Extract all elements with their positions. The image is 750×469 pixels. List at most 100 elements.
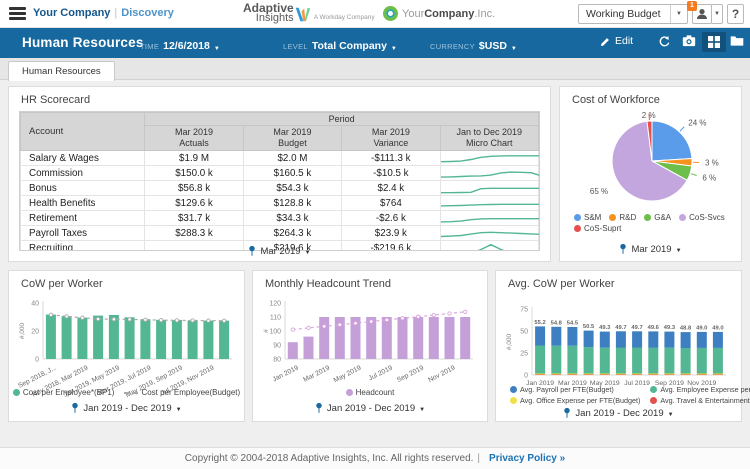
microchart-cell bbox=[439, 150, 539, 166]
privacy-policy-link[interactable]: Privacy Policy » bbox=[489, 453, 565, 464]
svg-text:20: 20 bbox=[31, 329, 39, 336]
level-filter-value: Total Company bbox=[311, 40, 387, 52]
company-suffix: .Inc. bbox=[474, 7, 496, 20]
brand-divider: | bbox=[114, 7, 118, 19]
cost-of-workforce-pie: 24 % 3 % 6 % 65 % 2 % bbox=[590, 111, 719, 202]
legend-dot bbox=[345, 389, 353, 396]
hamburger-menu-icon[interactable] bbox=[9, 7, 26, 20]
variance-cell: -$111.3 k bbox=[341, 150, 441, 166]
period-pin-label: Mar 2019 bbox=[260, 245, 301, 257]
nav-discovery-link[interactable]: Discovery bbox=[121, 7, 174, 19]
legend-dot bbox=[679, 214, 687, 221]
legend-dot bbox=[644, 214, 652, 221]
pin-icon bbox=[620, 243, 627, 254]
pencil-icon bbox=[600, 37, 609, 46]
svg-text:49.7: 49.7 bbox=[615, 325, 626, 331]
svg-text:3 %: 3 % bbox=[705, 159, 719, 168]
svg-text:#,000: #,000 bbox=[19, 322, 26, 339]
adaptive-v-icon bbox=[295, 7, 310, 22]
legend-item: Avg. Office Expense per FTE(Budget) bbox=[510, 396, 640, 405]
svg-text:50.5: 50.5 bbox=[583, 324, 595, 330]
period-pin[interactable]: Jan 2019 - Dec 2019 bbox=[9, 402, 244, 414]
variance-cell: $764 bbox=[341, 195, 441, 211]
company-name: Company bbox=[424, 7, 475, 20]
avg-cow-per-worker-chart: 0 25 50 75 55.2 54.8 54.5 50.5 49.3 49.7 49.7 49.6 4… bbox=[506, 307, 726, 387]
legend-item: Avg. Employee Expense per FTE(Budget) bbox=[650, 385, 750, 394]
budget-cell: $54.3 k bbox=[242, 180, 343, 196]
panel-title: Monthly Headcount Trend bbox=[265, 278, 391, 290]
legend-dot bbox=[12, 389, 20, 396]
legend-dot bbox=[510, 386, 517, 393]
time-filter[interactable]: TIME 12/6/2018 bbox=[140, 37, 220, 55]
svg-text:80: 80 bbox=[273, 357, 281, 364]
chevron-down-icon bbox=[668, 408, 674, 419]
tab-strip: Human Resources bbox=[0, 58, 750, 81]
svg-text:Sep 2019: Sep 2019 bbox=[396, 364, 425, 384]
chevron-down-icon[interactable] bbox=[670, 5, 687, 23]
page-title: Human Resources bbox=[22, 35, 144, 50]
legend-item: Avg. Payroll per FTE(Budget) bbox=[510, 385, 640, 394]
period-pin[interactable]: Mar 2019 bbox=[9, 245, 550, 257]
column-header-account: Account bbox=[20, 112, 146, 151]
period-pin[interactable]: Mar 2019 bbox=[560, 243, 741, 255]
edit-button[interactable]: Edit bbox=[600, 35, 633, 47]
legend-dot bbox=[510, 397, 517, 404]
svg-text:54.8: 54.8 bbox=[551, 320, 563, 326]
actuals-cell: $56.8 k bbox=[144, 180, 244, 196]
account-cell: Salary & Wages bbox=[20, 150, 146, 166]
panel-title: Cost of Workforce bbox=[572, 94, 660, 106]
footer: Copyright © 2004-2018 Adaptive Insights,… bbox=[0, 447, 750, 469]
table-row: Bonus $56.8 k $54.3 k $2.4 k bbox=[20, 180, 539, 196]
legend-label: S&M bbox=[584, 213, 602, 222]
folder-button[interactable] bbox=[730, 35, 744, 47]
legend-dot bbox=[650, 386, 658, 393]
panel-title: Avg. CoW per Worker bbox=[508, 278, 615, 290]
cow-per-worker-chart: 02040Sep 2018, J...Nov 2018, Mar 2019Jan… bbox=[17, 301, 232, 399]
svg-text:Jan 2019: Jan 2019 bbox=[272, 364, 300, 383]
sheet-header: Human Resources TIME 12/6/2018 LEVEL Tot… bbox=[0, 28, 750, 58]
period-pin[interactable]: Jan 2019 - Dec 2019 bbox=[496, 407, 741, 419]
currency-filter[interactable]: CURRENCY $USD bbox=[430, 37, 517, 55]
period-pin[interactable]: Jan 2019 - Dec 2019 bbox=[253, 402, 487, 414]
level-filter[interactable]: LEVEL Total Company bbox=[283, 37, 397, 55]
grid-icon bbox=[708, 36, 720, 48]
legend-item: G&A bbox=[644, 213, 671, 222]
tab-human-resources[interactable]: Human Resources bbox=[8, 61, 115, 81]
column-header-budget: Mar 2019 Budget bbox=[242, 125, 343, 151]
user-menu-caret-button[interactable] bbox=[711, 4, 723, 24]
company-prefix: Your bbox=[402, 7, 425, 20]
snapshot-button[interactable] bbox=[682, 35, 696, 47]
legend-label: R&D bbox=[619, 213, 637, 222]
period-pin-label: Jan 2019 - Dec 2019 bbox=[575, 407, 664, 419]
help-button[interactable]: ? bbox=[727, 4, 744, 24]
actuals-cell: $288.3 k bbox=[144, 225, 244, 241]
chevron-down-icon bbox=[214, 37, 220, 55]
svg-text:#: # bbox=[263, 329, 270, 333]
panel-title: CoW per Worker bbox=[21, 278, 103, 290]
svg-text:49.6: 49.6 bbox=[648, 325, 660, 331]
legend-item: Cost per Employee*(BP1) bbox=[12, 388, 114, 397]
dashboard-view-button[interactable] bbox=[702, 32, 726, 52]
svg-text:0: 0 bbox=[524, 373, 528, 380]
budget-cell: $264.3 k bbox=[242, 225, 343, 241]
chart-legend: Headcount bbox=[253, 388, 487, 397]
microchart-cell bbox=[439, 165, 539, 181]
version-select[interactable]: Working Budget bbox=[578, 4, 688, 24]
svg-text:2 %: 2 % bbox=[642, 111, 656, 120]
account-cell: Bonus bbox=[20, 180, 146, 196]
scorecard-body: Salary & Wages $1.9 M $2.0 M -$111.3 k Comm… bbox=[20, 150, 539, 250]
breadcrumb: Your Company | Discovery bbox=[33, 7, 174, 19]
table-row: Payroll Taxes $288.3 k $264.3 k $23.9 k bbox=[20, 225, 539, 241]
refresh-button[interactable] bbox=[658, 35, 671, 48]
svg-text:6 %: 6 % bbox=[702, 173, 716, 182]
currency-filter-label: CURRENCY bbox=[430, 41, 475, 51]
column-header-microchart: Jan to Dec 2019 Micro Chart bbox=[439, 125, 539, 151]
cow-per-worker-panel: CoW per Worker 0 20 40 Sep 2018, J... Nov 20… bbox=[8, 270, 245, 422]
legend-item: Cost per Employee(Budget) bbox=[124, 388, 240, 397]
workday-tagline: A Workday Company bbox=[313, 14, 375, 21]
column-header-period: Period bbox=[144, 112, 539, 126]
avg-cow-per-worker-panel: Avg. CoW per Worker 0 25 50 75 55.2 54.8 54.5 5… bbox=[495, 270, 750, 422]
time-filter-value: 12/6/2018 bbox=[163, 40, 210, 52]
microchart-cell bbox=[439, 180, 539, 196]
legend-dot bbox=[650, 397, 658, 404]
